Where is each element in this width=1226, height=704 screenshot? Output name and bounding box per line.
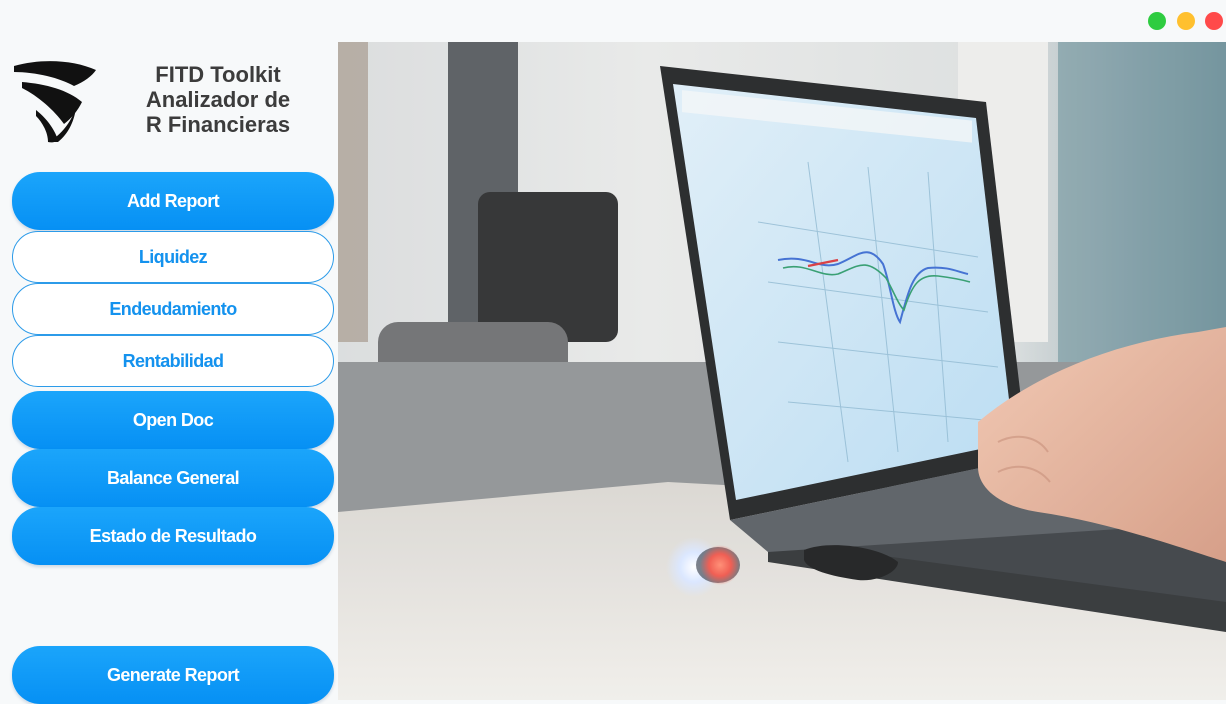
hero-photo-laptop [338,42,1226,700]
app-title-line-1: FITD Toolkit [155,62,281,87]
liquidez-button[interactable]: Liquidez [12,231,334,283]
generate-report-button[interactable]: Generate Report [12,646,334,704]
app-title-line-2: Analizador de [145,87,291,112]
maximize-button[interactable] [1148,12,1166,30]
endeudamiento-button[interactable]: Endeudamiento [12,283,334,335]
shield-logo-icon [12,60,98,144]
open-doc-button[interactable]: Open Doc [12,391,334,449]
minimize-button[interactable] [1177,12,1195,30]
title-bar [0,0,1226,42]
add-report-button[interactable]: Add Report [12,172,334,230]
balance-general-button[interactable]: Balance General [12,449,334,507]
app-title: FITD Toolkit Analizador de R Financieras [118,62,318,137]
app-title-line-3: R Financieras [145,112,291,137]
rentabilidad-button[interactable]: Rentabilidad [12,335,334,387]
close-button[interactable] [1205,12,1223,30]
estado-resultado-button[interactable]: Estado de Resultado [12,507,334,565]
